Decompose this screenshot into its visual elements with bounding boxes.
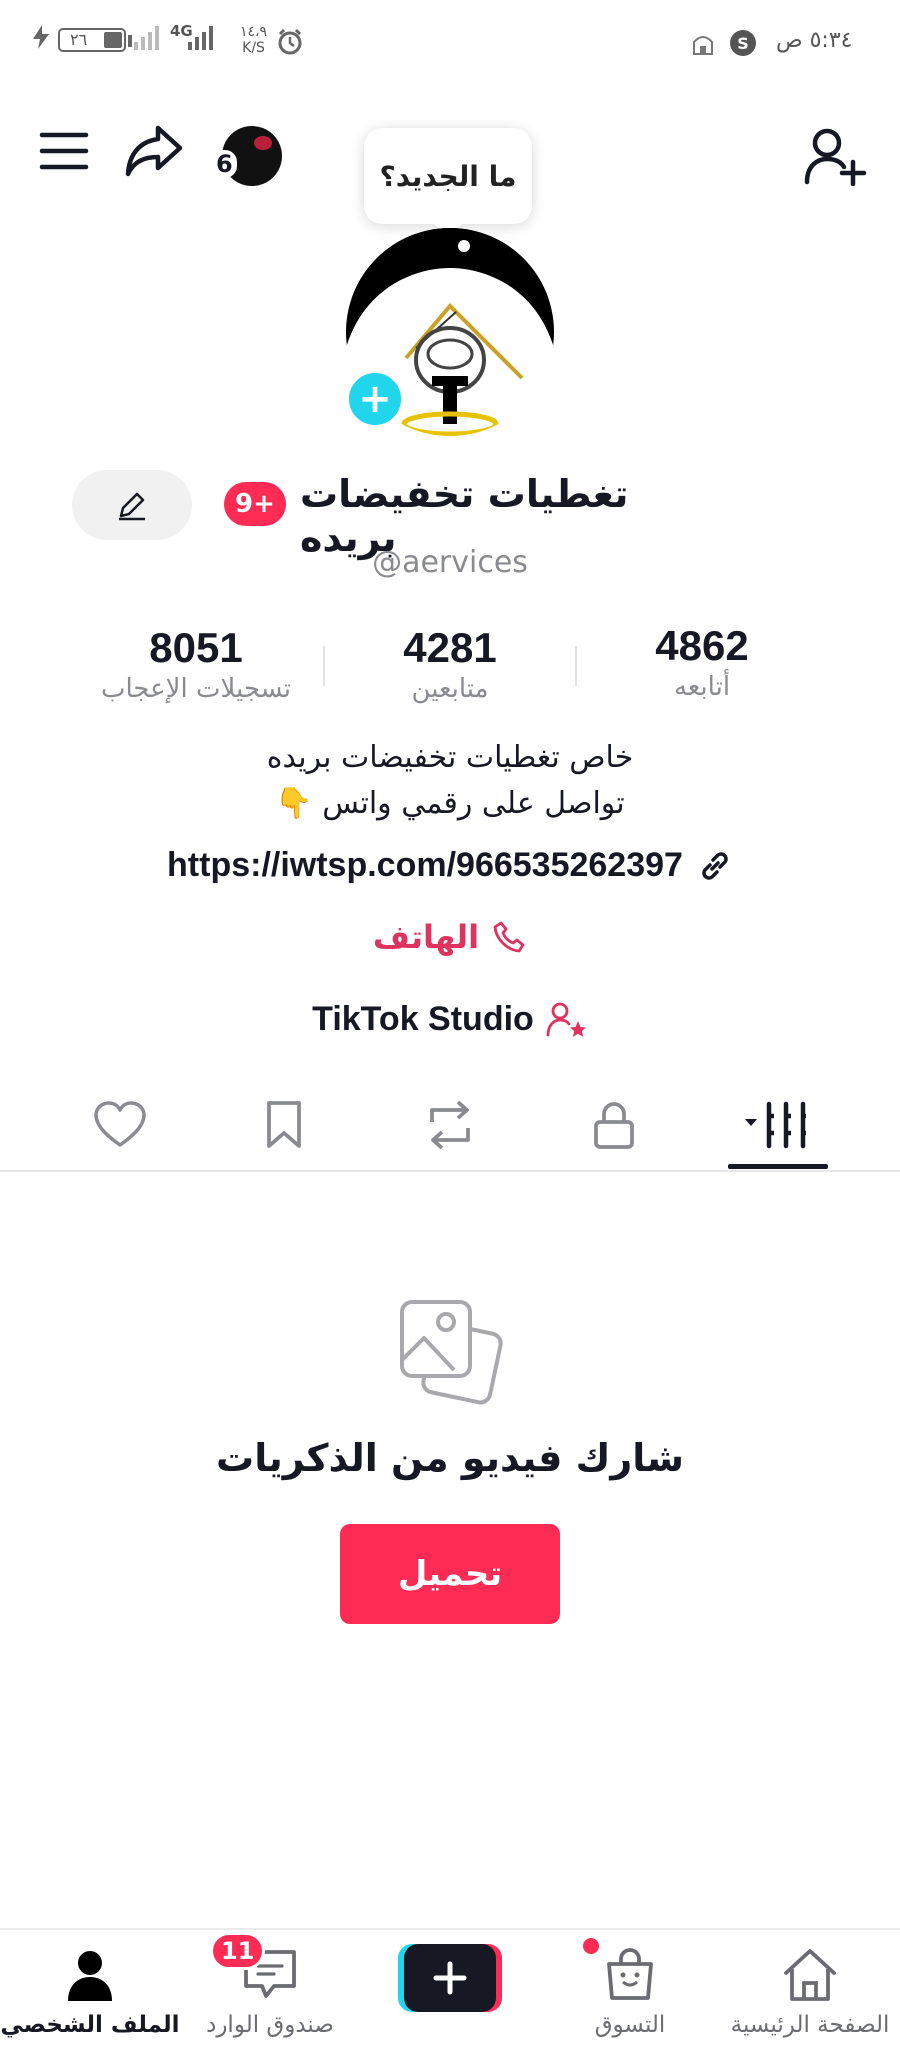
mosque-icon (693, 36, 713, 55)
nav-profile[interactable]: الملف الشخصي (0, 1930, 180, 2050)
plus-icon (433, 1961, 467, 1995)
phone-link[interactable]: الهاتف (0, 918, 900, 956)
pencil-icon (119, 492, 145, 521)
shop-notification-dot (583, 1938, 599, 1954)
battery-icon: ٢٦ (58, 28, 126, 52)
following-label: أتابعه (673, 672, 731, 702)
bookmark-icon (267, 1101, 301, 1148)
lock-icon (594, 1102, 634, 1149)
alarm-icon (278, 28, 302, 55)
profile-link[interactable]: https://iwtsp.com/966535262397 (0, 846, 900, 885)
photo-memories-icon (400, 1300, 503, 1405)
add-friend-icon[interactable] (800, 124, 872, 188)
bio-line-2: تواصل على رقمي واتس 👇 (275, 786, 625, 821)
tiktok-studio-link[interactable]: TikTok Studio (0, 1000, 900, 1039)
link-icon (702, 851, 728, 880)
tab-videos[interactable] (718, 1080, 838, 1170)
shopping-bag-icon (607, 1948, 653, 2000)
studio-icon (546, 1002, 586, 1037)
tab-private[interactable] (554, 1080, 674, 1170)
studio-label: TikTok Studio (312, 1000, 534, 1038)
person-icon (68, 1951, 112, 2001)
nav-profile-label: الملف الشخصي (0, 2012, 180, 2038)
followers-label: متابعين (411, 674, 489, 704)
nav-shop[interactable]: التسوق (540, 1930, 720, 2050)
likes-count: 8051 (149, 624, 243, 671)
repost-icon (430, 1100, 470, 1150)
following-stat[interactable]: 4862 أتابعه (572, 622, 832, 702)
username: @aervices (372, 545, 528, 580)
whats-new-tooltip[interactable]: ما الجديد؟ (364, 128, 532, 224)
stories-avatar[interactable]: 6 (212, 124, 282, 188)
share-icon[interactable] (122, 120, 186, 180)
phone-label: الهاتف (372, 918, 480, 956)
bio-line-1: خاص تغطيات تخفيضات بريده (266, 740, 634, 775)
clock: ٥:٣٤ ص (776, 28, 853, 53)
add-story-button[interactable]: + (344, 368, 406, 430)
nav-home-label: الصفحة الرئيسية (730, 2012, 890, 2038)
notification-count: 6 (212, 150, 237, 178)
likes-stat[interactable]: 8051 تسجيلات الإعجاب (66, 624, 326, 704)
followers-count: 4281 (403, 624, 497, 671)
signal-icon-1 (134, 26, 159, 50)
nav-inbox-label: صندوق الوارد (206, 2012, 334, 2038)
content-tabs (0, 1080, 900, 1172)
create-button[interactable] (398, 1944, 502, 2012)
battery-level: ٢٦ (70, 30, 88, 49)
home-icon (784, 1949, 836, 2001)
nav-shop-label: التسوق (594, 2012, 666, 2038)
inbox-badge: 11 (210, 1932, 266, 1970)
charging-icon (33, 25, 49, 49)
video-grid-icon (745, 1101, 806, 1149)
nav-inbox[interactable]: صندوق الوارد (180, 1930, 360, 2050)
app-notification-icon: S (730, 30, 756, 56)
edit-profile-button[interactable] (72, 470, 192, 540)
link-text: https://iwtsp.com/966535262397 (167, 846, 683, 884)
tab-reposts[interactable] (390, 1080, 510, 1170)
phone-icon (493, 921, 525, 953)
signal-icon-2 (188, 26, 213, 50)
upload-button[interactable]: تحميل (340, 1524, 560, 1624)
active-tab-indicator (728, 1164, 828, 1169)
nav-home[interactable]: الصفحة الرئيسية (720, 1930, 900, 2050)
network-speed: ١٤،٩ K/S (240, 24, 268, 56)
menu-icon[interactable] (34, 126, 94, 176)
tab-liked[interactable] (60, 1080, 180, 1170)
following-count: 4862 (655, 622, 749, 669)
status-bar: ٢٦ 4G ١٤،٩ K/S S ٥:٣٤ ص (0, 0, 900, 90)
likes-label: تسجيلات الإعجاب (100, 674, 292, 704)
heart-icon (94, 1101, 146, 1147)
empty-state-title: شارك فيديو من الذكريات (216, 1436, 684, 1480)
tab-favorites[interactable] (224, 1080, 344, 1170)
notification-badge[interactable]: 9+ (224, 482, 286, 526)
followers-stat[interactable]: 4281 متابعين (320, 624, 580, 704)
